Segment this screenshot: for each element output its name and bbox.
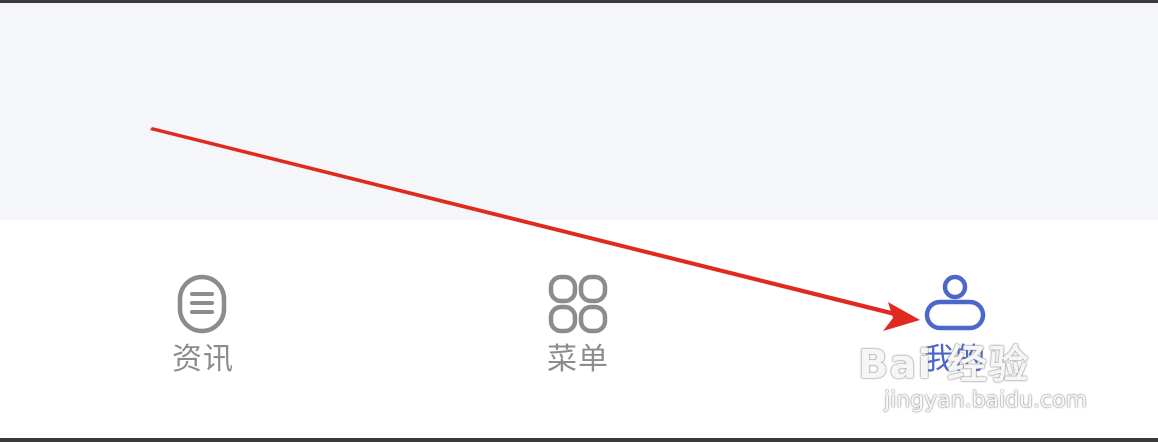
content-area <box>0 3 1158 220</box>
tab-news-label: 资讯 <box>172 342 234 377</box>
user-profile-icon <box>924 274 986 331</box>
tab-menu-label: 菜单 <box>547 342 609 377</box>
tab-news[interactable]: 资讯 <box>10 220 396 438</box>
app-screen: 资讯 菜单 我的 Bai 经验 jingyan.baidu.com <box>0 0 1158 442</box>
bottom-tab-bar: 资讯 菜单 我的 <box>0 220 1158 438</box>
tab-menu[interactable]: 菜单 <box>385 220 771 438</box>
news-icon <box>177 274 227 334</box>
tab-me-label: 我的 <box>924 342 986 377</box>
tab-me[interactable]: 我的 <box>762 220 1148 438</box>
screen-frame-bottom <box>0 438 1158 442</box>
grid-menu-icon <box>548 274 608 334</box>
